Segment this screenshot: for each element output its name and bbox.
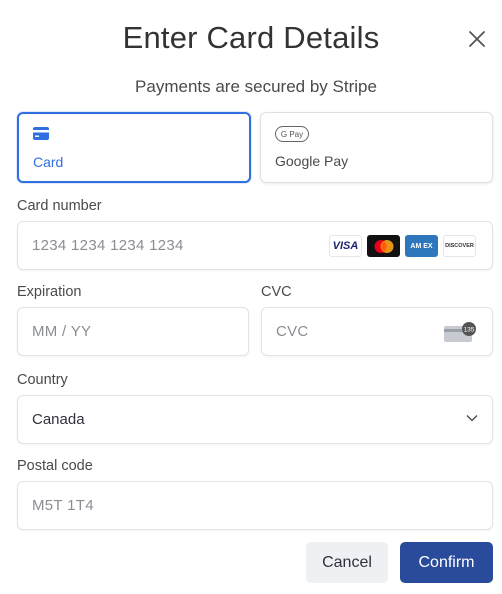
chevron-down-icon (466, 414, 478, 422)
close-button[interactable] (464, 26, 490, 52)
cvc-label: CVC (261, 284, 292, 300)
dialog-title: Enter Card Details (122, 20, 380, 55)
credit-card-icon (33, 127, 49, 140)
expiration-label: Expiration (17, 284, 82, 300)
tab-card[interactable]: Card (17, 112, 251, 183)
card-brand-logos: VISA AM EX DISCOVER (329, 235, 476, 257)
cancel-button[interactable]: Cancel (306, 542, 388, 583)
card-number-label: Card number (17, 198, 102, 214)
google-pay-icon: G Pay (275, 126, 309, 142)
cvc-input[interactable]: CVC 135 (261, 307, 493, 356)
tab-google-pay[interactable]: G Pay Google Pay (260, 112, 493, 183)
country-select[interactable]: Canada (17, 395, 493, 444)
amex-icon: AM EX (405, 235, 438, 257)
tab-google-pay-label: Google Pay (275, 153, 349, 169)
confirm-button[interactable]: Confirm (400, 542, 493, 583)
card-number-placeholder: 1234 1234 1234 1234 (32, 237, 184, 254)
postal-code-value: M5T 1T4 (32, 497, 94, 514)
postal-code-input[interactable]: M5T 1T4 (17, 481, 493, 530)
visa-icon: VISA (329, 235, 362, 257)
card-number-input[interactable]: 1234 1234 1234 1234 VISA AM EX DISCOVER (17, 221, 493, 270)
expiration-input[interactable]: MM / YY (17, 307, 249, 356)
expiration-placeholder: MM / YY (32, 323, 92, 340)
country-value: Canada (32, 411, 85, 428)
mastercard-icon (367, 235, 400, 257)
tab-card-label: Card (33, 154, 64, 170)
country-label: Country (17, 372, 68, 388)
google-pay-icon-text: G Pay (281, 130, 303, 139)
discover-icon: DISCOVER (443, 235, 476, 257)
postal-code-label: Postal code (17, 458, 93, 474)
dialog-subtitle: Payments are secured by Stripe (135, 77, 377, 96)
card-details-dialog: Enter Card Details Payments are secured … (0, 0, 502, 594)
cvc-placeholder: CVC (276, 323, 309, 340)
cvc-card-icon: 135 (444, 322, 476, 342)
close-icon (469, 31, 485, 47)
cvc-icon-text: 135 (464, 327, 475, 334)
